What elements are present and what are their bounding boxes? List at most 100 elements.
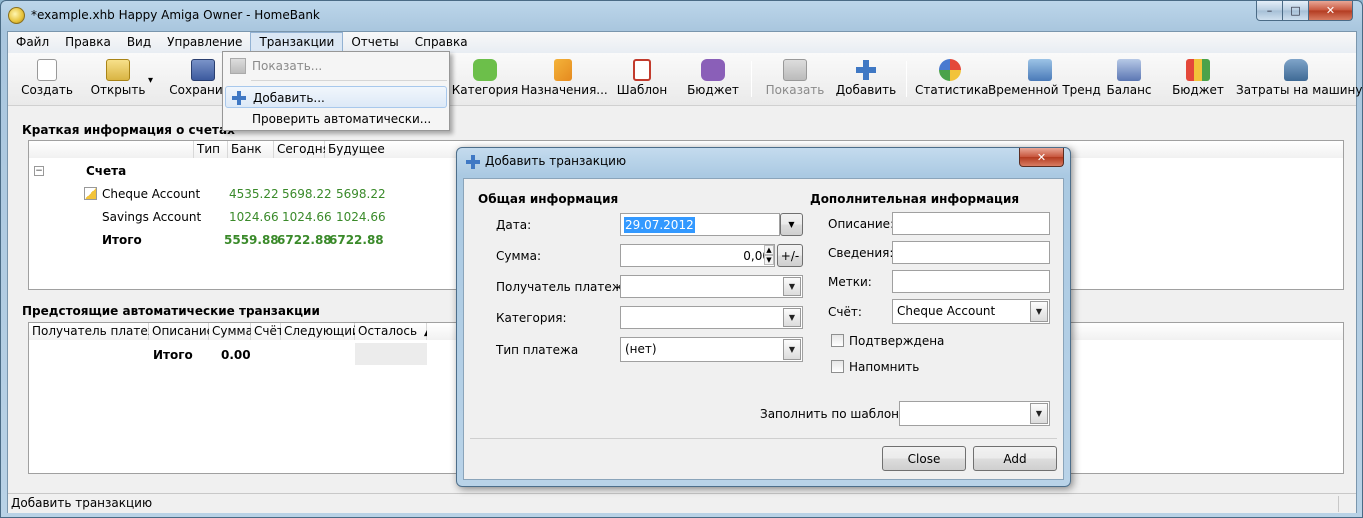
show-book-icon <box>783 59 807 81</box>
add-plus-icon <box>465 154 481 170</box>
category-puzzle-icon <box>473 59 497 81</box>
payee-dropdown-button[interactable]: ▼ <box>783 277 801 296</box>
car-icon <box>1284 59 1308 81</box>
menu-help[interactable]: Справка <box>407 32 476 53</box>
menu-manage[interactable]: Управление <box>159 32 250 53</box>
account-future: 5698.22 <box>336 187 386 201</box>
homebank-app-icon[interactable] <box>8 7 25 24</box>
toolbar-show-button[interactable]: Показать <box>763 56 827 104</box>
category-dropdown-button[interactable]: ▼ <box>783 308 801 327</box>
menu-separator <box>251 80 447 81</box>
menu-item-check-scheduled[interactable]: Проверить автоматически... <box>225 108 447 130</box>
col-header-bank[interactable]: Банк <box>228 141 274 158</box>
menu-transactions[interactable]: Транзакции <box>250 32 344 53</box>
accounts-summary-title: Краткая информация о счетах <box>22 123 235 137</box>
toolbar-trend-button[interactable]: Временной Тренд <box>988 56 1101 104</box>
minimize-button[interactable]: – <box>1256 1 1283 21</box>
menu-reports[interactable]: Отчеты <box>343 32 406 53</box>
toolbar-open-button[interactable]: Открыть <box>82 56 154 104</box>
account-dropdown-button[interactable]: ▼ <box>1030 301 1048 322</box>
col-header-amount[interactable]: Сумма <box>209 323 253 340</box>
toolbar-new-button[interactable]: Создать <box>12 56 82 104</box>
template-combo[interactable]: ▼ <box>899 401 1050 426</box>
info-field[interactable] <box>892 241 1050 264</box>
new-file-icon <box>37 59 57 81</box>
total-label: Итого <box>102 233 142 247</box>
account-name[interactable]: Savings Account <box>102 210 201 224</box>
toolbar-balance-button[interactable]: Баланс <box>1104 56 1154 104</box>
col-header-payee[interactable]: Получатель платежа <box>29 323 166 340</box>
payee-combo[interactable]: ▼ <box>620 275 803 298</box>
title-bar[interactable]: *example.xhb Happy Amiga Owner - HomeBan… <box>1 1 1362 31</box>
tags-field[interactable] <box>892 270 1050 293</box>
sign-toggle-button[interactable]: +/- <box>777 244 803 267</box>
remind-checkbox[interactable] <box>831 360 844 373</box>
payment-type-value: (нет) <box>625 342 657 356</box>
info-label: Сведения: <box>828 246 894 260</box>
menu-item-show[interactable]: Показать... <box>225 55 447 77</box>
account-name[interactable]: Cheque Account <box>102 187 200 201</box>
dialog-body: Общая информация Дата: 29.07.2012 ▼ Сумм… <box>463 178 1064 480</box>
menu-edit[interactable]: Правка <box>57 32 119 53</box>
confirmed-checkbox[interactable] <box>831 334 844 347</box>
window-title: *example.xhb Happy Amiga Owner - HomeBan… <box>31 8 320 22</box>
col-header-remaining[interactable]: Осталось ▲ <box>355 323 431 340</box>
toolbar: Создать Открыть ▾ Сохранить Категория На… <box>8 53 1362 106</box>
status-separator <box>1338 496 1339 512</box>
maximize-button[interactable]: □ <box>1282 1 1309 21</box>
status-text: Добавить транзакцию <box>11 496 153 510</box>
toolbar-statistics-button[interactable]: Статистика <box>915 56 989 104</box>
toolbar-add-button[interactable]: Добавить <box>834 56 898 104</box>
category-combo[interactable]: ▼ <box>620 306 803 329</box>
payment-type-dropdown-button[interactable]: ▼ <box>783 339 801 360</box>
amount-spin-up[interactable]: ▲ <box>764 245 774 255</box>
add-button[interactable]: Add <box>973 446 1057 471</box>
date-value: 29.07.2012 <box>624 217 695 233</box>
amount-field[interactable]: 0,00 <box>620 244 775 267</box>
toolbar-budget-button[interactable]: Бюджет <box>683 56 743 104</box>
close-window-button[interactable]: ✕ <box>1308 1 1353 21</box>
open-recent-dropdown-icon[interactable]: ▾ <box>148 75 153 86</box>
dialog-close-button[interactable]: ✕ <box>1019 148 1064 167</box>
toolbar-assign-button[interactable]: Назначения... <box>521 56 608 104</box>
account-combo[interactable]: Cheque Account ▼ <box>892 299 1050 324</box>
description-label: Описание: <box>828 217 895 231</box>
toolbar-template-button[interactable]: Шаблон <box>611 56 673 104</box>
toolbar-car-cost-button[interactable]: Затраты на машину <box>1236 56 1362 104</box>
scheduled-title: Предстоящие автоматические транзакции <box>22 304 320 318</box>
col-header-name[interactable] <box>29 141 194 158</box>
menu-item-add[interactable]: Добавить... <box>225 86 447 108</box>
general-info-heading: Общая информация <box>478 192 619 206</box>
template-dropdown-button[interactable]: ▼ <box>1030 403 1048 424</box>
col-header-today[interactable]: Сегодня <box>274 141 330 158</box>
date-field[interactable]: 29.07.2012 <box>620 213 780 236</box>
accounts-group-label: Счета <box>86 164 127 178</box>
date-picker-button[interactable]: ▼ <box>780 213 803 236</box>
close-button[interactable]: Close <box>882 446 966 471</box>
account-today: 5698.22 <box>282 187 332 201</box>
toolbar-budget-report-button[interactable]: Бюджет <box>1170 56 1226 104</box>
account-bank: 1024.66 <box>229 210 279 224</box>
description-field[interactable] <box>892 212 1050 235</box>
collapse-expander[interactable]: − <box>34 166 44 176</box>
total-future: 6722.88 <box>329 233 384 247</box>
payment-type-label: Тип платежа <box>496 343 579 357</box>
menu-view[interactable]: Вид <box>119 32 159 53</box>
menu-file[interactable]: Файл <box>8 32 57 53</box>
col-header-account[interactable]: Счёт <box>251 323 284 340</box>
toolbar-category-button[interactable]: Категория <box>451 56 519 104</box>
payee-label: Получатель платежа: <box>496 280 634 294</box>
amount-label: Сумма: <box>496 249 541 263</box>
col-header-description[interactable]: Описание <box>149 323 214 340</box>
payment-type-combo[interactable]: (нет) ▼ <box>620 337 803 362</box>
col-header-next[interactable]: Следующий: <box>281 323 364 340</box>
amount-spin-down[interactable]: ▼ <box>764 255 774 265</box>
account-value: Cheque Account <box>897 304 996 318</box>
total-today: 6722.88 <box>277 233 332 247</box>
scheduled-total-label: Итого <box>153 348 193 362</box>
template-label: Заполнить по шаблону: <box>760 407 911 421</box>
add-plus-icon <box>854 59 878 81</box>
dialog-title: Добавить транзакцию <box>485 154 627 168</box>
budget-puzzle-icon <box>701 59 725 81</box>
col-header-type[interactable]: Тип <box>194 141 228 158</box>
